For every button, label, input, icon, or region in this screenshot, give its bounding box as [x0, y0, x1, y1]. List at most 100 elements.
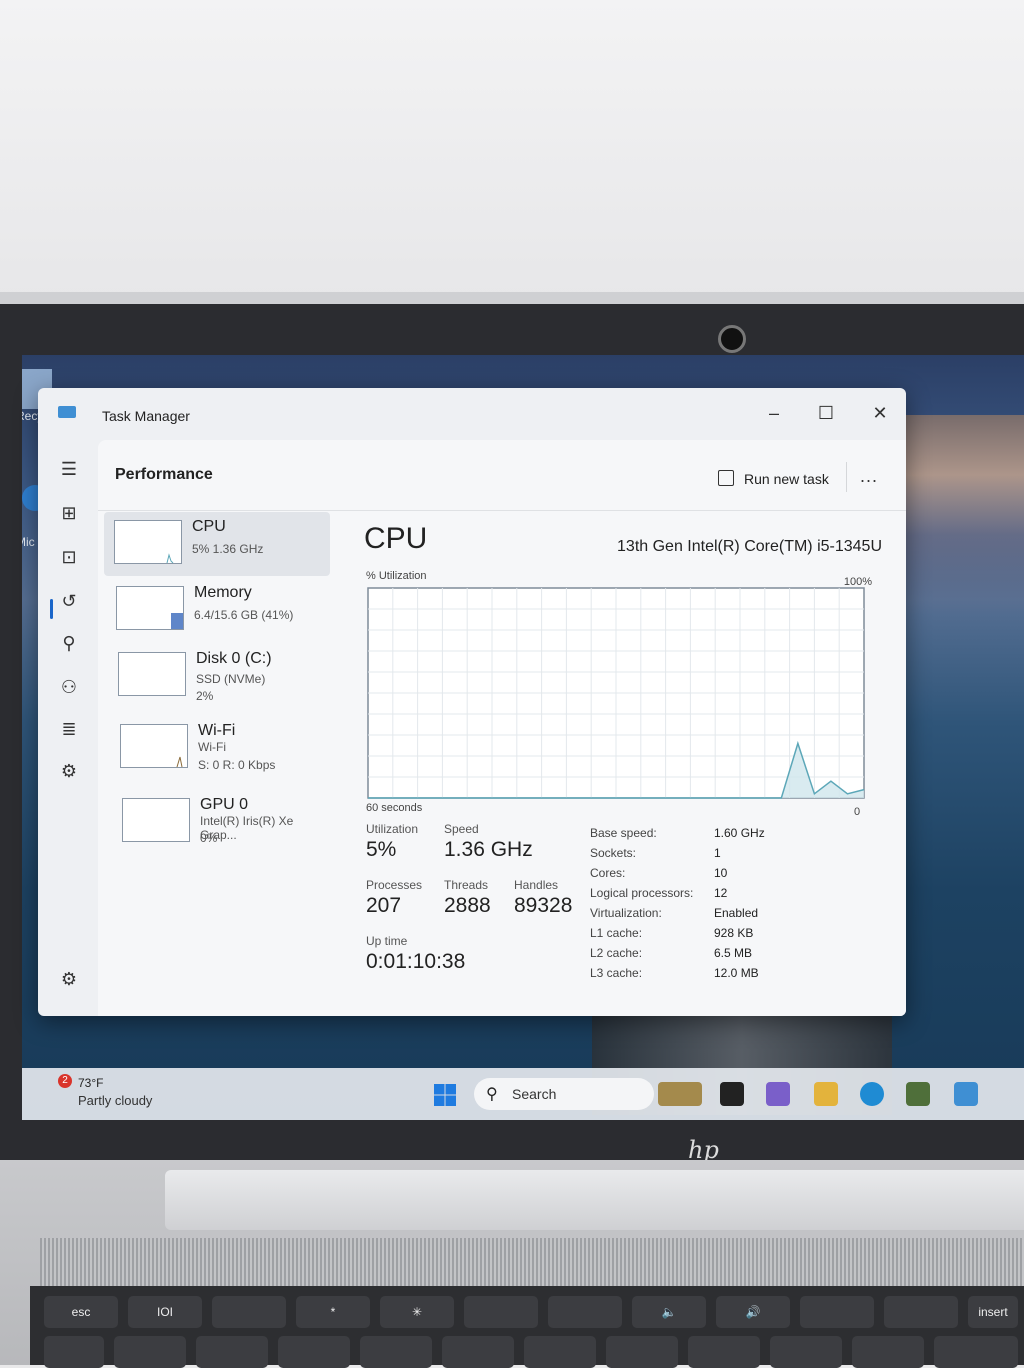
- spec-key: Logical processors:: [590, 886, 694, 900]
- start-icon[interactable]: [434, 1084, 456, 1106]
- more-options-button[interactable]: ...: [860, 466, 878, 487]
- key-esc[interactable]: esc: [44, 1296, 118, 1328]
- key-4[interactable]: [360, 1336, 432, 1368]
- spec-value: Enabled: [714, 906, 759, 920]
- key-6[interactable]: [524, 1336, 596, 1368]
- key-f8[interactable]: 🔊: [716, 1296, 790, 1328]
- title-bar[interactable]: Task Manager – ☐ ✕: [38, 388, 906, 440]
- memory-fill: [171, 613, 183, 629]
- key-2[interactable]: [196, 1336, 268, 1368]
- key-1[interactable]: [114, 1336, 186, 1368]
- handles-value: 89328: [514, 894, 573, 917]
- spec-value: 6.5 MB: [714, 946, 753, 960]
- users-icon[interactable]: ⚇: [56, 674, 82, 700]
- key-5[interactable]: [442, 1336, 514, 1368]
- performance-pane: Performance Run new task ... CPU 5% 1.36…: [98, 440, 906, 1016]
- minimize-icon[interactable]: –: [754, 398, 794, 428]
- taskbar-search[interactable]: ⚲ Search: [474, 1078, 654, 1110]
- spec-value: 1.60 GHz: [714, 826, 765, 840]
- device-item-wifi[interactable]: Wi-Fi Wi-Fi S: 0 R: 0 Kbps: [104, 716, 330, 780]
- startup-apps-icon[interactable]: ⚲: [56, 630, 82, 656]
- close-icon[interactable]: ✕: [860, 398, 900, 428]
- uptime-label: Up time: [366, 934, 408, 948]
- processes-icon[interactable]: ⊞: [56, 500, 82, 526]
- time-axis-label: 60 seconds: [366, 802, 423, 814]
- task-manager-window: Task Manager – ☐ ✕ ☰ ⊞ ⊡ ↺ ⚲ ⚇ ≣ ⚙ ⚙ Per…: [38, 388, 906, 1016]
- key-minus[interactable]: [934, 1336, 1018, 1368]
- task-manager-taskbar-icon[interactable]: [954, 1082, 978, 1106]
- store-icon[interactable]: [906, 1082, 930, 1106]
- weather-temperature[interactable]: 73°F: [78, 1076, 103, 1090]
- device-item-memory[interactable]: Memory 6.4/15.6 GB (41%): [104, 578, 330, 642]
- speaker-grille: [40, 1238, 1024, 1286]
- threads-label: Threads: [444, 878, 489, 892]
- memory-thumbnail: [116, 586, 184, 630]
- background-wall: [0, 0, 1024, 300]
- key-0[interactable]: [852, 1336, 924, 1368]
- settings-icon[interactable]: ⚙: [56, 966, 82, 992]
- hinge: [165, 1170, 1024, 1230]
- key-f1[interactable]: IOI: [128, 1296, 202, 1328]
- key-7[interactable]: [606, 1336, 678, 1368]
- cpu-thumbnail: [114, 520, 182, 564]
- task-view-icon[interactable]: [720, 1082, 744, 1106]
- key-f3[interactable]: *: [296, 1296, 370, 1328]
- cpu-model: 13th Gen Intel(R) Core(TM) i5-1345U: [617, 538, 882, 555]
- device-line1: 5% 1.36 GHz: [192, 542, 264, 556]
- edge-icon[interactable]: [860, 1082, 884, 1106]
- keyboard: esc IOI * ✳ 🔈 🔊 insert: [30, 1286, 1024, 1368]
- wifi-thumbnail: [120, 724, 188, 768]
- detail-title: CPU: [364, 522, 428, 555]
- key-f9[interactable]: [800, 1296, 874, 1328]
- cpu-detail: CPU 13th Gen Intel(R) Core(TM) i5-1345U …: [354, 512, 894, 1012]
- key-f7[interactable]: 🔈: [632, 1296, 706, 1328]
- run-task-icon: [718, 470, 734, 486]
- device-line2: S: 0 R: 0 Kbps: [198, 758, 276, 772]
- device-name: CPU: [192, 518, 226, 535]
- key-backtick[interactable]: [44, 1336, 104, 1368]
- spec-key: Virtualization:: [590, 906, 662, 920]
- processes-value: 207: [366, 894, 402, 917]
- search-label: Search: [512, 1086, 557, 1102]
- device-item-gpu[interactable]: GPU 0 Intel(R) Iris(R) Xe Grap... 0%: [104, 790, 330, 854]
- device-line1: 6.4/15.6 GB (41%): [194, 608, 294, 622]
- device-name: GPU 0: [200, 796, 249, 813]
- nav-rail: ☰ ⊞ ⊡ ↺ ⚲ ⚇ ≣ ⚙ ⚙: [38, 440, 98, 1016]
- wifi-thumbnail-graph: [176, 756, 183, 768]
- cpu-thumbnail-graph: [166, 553, 174, 564]
- widgets-icon[interactable]: [658, 1082, 702, 1106]
- key-f5[interactable]: [464, 1296, 538, 1328]
- device-line2: 0%: [200, 831, 218, 845]
- services-icon[interactable]: ⚙: [56, 758, 82, 784]
- weather-badge: 2: [58, 1074, 72, 1088]
- performance-icon[interactable]: ⊡: [56, 544, 82, 570]
- device-line2: 2%: [196, 689, 214, 703]
- maximize-icon[interactable]: ☐: [806, 398, 846, 428]
- key-9[interactable]: [770, 1336, 842, 1368]
- key-f6[interactable]: [548, 1296, 622, 1328]
- utilization-axis-label: % Utilization: [366, 570, 427, 582]
- device-line1: Intel(R) Iris(R) Xe Grap...: [200, 814, 294, 842]
- weather-condition[interactable]: Partly cloudy: [78, 1093, 152, 1108]
- key-3[interactable]: [278, 1336, 350, 1368]
- details-icon[interactable]: ≣: [56, 716, 82, 742]
- device-line1: SSD (NVMe): [196, 672, 266, 686]
- key-f10[interactable]: [884, 1296, 958, 1328]
- spec-value: 10: [714, 866, 728, 880]
- key-insert[interactable]: insert: [968, 1296, 1018, 1328]
- copilot-icon[interactable]: [766, 1082, 790, 1106]
- threads-value: 2888: [444, 894, 491, 917]
- device-item-cpu[interactable]: CPU 5% 1.36 GHz: [104, 512, 330, 576]
- run-new-task-button[interactable]: Run new task: [718, 470, 829, 487]
- key-f2[interactable]: [212, 1296, 286, 1328]
- file-explorer-icon[interactable]: [814, 1082, 838, 1106]
- key-8[interactable]: [688, 1336, 760, 1368]
- app-history-icon[interactable]: ↺: [56, 588, 82, 614]
- task-manager-app-icon: [58, 406, 76, 418]
- speed-value: 1.36 GHz: [444, 838, 533, 861]
- spec-value: 12: [714, 886, 728, 900]
- key-f4[interactable]: ✳: [380, 1296, 454, 1328]
- device-item-disk[interactable]: Disk 0 (C:) SSD (NVMe) 2%: [104, 644, 330, 708]
- hamburger-menu-icon[interactable]: ☰: [56, 456, 82, 482]
- utilization-label: Utilization: [366, 822, 419, 836]
